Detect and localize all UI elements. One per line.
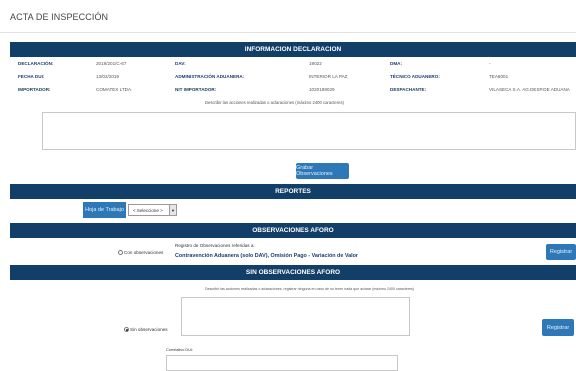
page-title: ACTA DE INSPECCIÓN <box>10 12 109 22</box>
sin-observaciones-radio[interactable] <box>124 327 129 332</box>
sin-obs-hint: Describir las acciones realizadas o acla… <box>205 287 414 291</box>
administracion-label: ADMINISTRACIÓN ADUANERA: <box>175 74 245 79</box>
section-header-sin-obs: SIN OBSERVACIONES AFORO <box>10 265 576 280</box>
correlativo-input[interactable] <box>166 355 398 371</box>
fecha-dui-label: FECHA DUI: <box>18 74 45 79</box>
observaciones-textarea[interactable] <box>42 112 576 150</box>
reporte-select-value: < Seleccione > <box>133 207 163 213</box>
registrar-button[interactable]: Registrar <box>546 244 576 260</box>
sin-observaciones-label: Sin observaciones <box>130 327 168 332</box>
section-header-obs-aforo: OBSERVACIONES AFORO <box>10 223 576 238</box>
declaracion-value: 2019/201/C-67 <box>96 61 127 66</box>
registrar-sin-obs-button[interactable]: Registrar <box>542 319 574 336</box>
hoja-de-trabajo-button[interactable]: Hoja de Trabajo <box>83 202 126 218</box>
dav-value: 19022 <box>309 61 322 66</box>
importador-label: IMPORTADOR: <box>18 87 51 92</box>
declaration-row: FECHA DUI: 13/02/2019 ADMINISTRACIÓN ADU… <box>18 74 576 82</box>
nit-label: NIT IMPORTADOR: <box>175 87 217 92</box>
title-divider <box>0 32 576 33</box>
reporte-select[interactable]: < Seleccione > ▼ <box>128 204 177 216</box>
declaration-row: DECLARACIÓN: 2019/201/C-67 DAV: 19022 DM… <box>18 61 576 69</box>
dma-value: - <box>489 61 491 66</box>
correlativo-label: Correlativo DUI: <box>166 348 194 352</box>
nit-value: 1020189029 <box>309 87 335 92</box>
describe-hint: Describir las acciones realizadas o acla… <box>205 100 344 105</box>
despachante-value: VILASECA S.A. AG.DESP.DE ADUANA <box>489 87 570 92</box>
fecha-dui-value: 13/02/2019 <box>96 74 119 79</box>
registro-label: Registro de Observaciones referidas a: <box>175 243 255 248</box>
con-observaciones-radio[interactable] <box>118 250 123 255</box>
tecnico-value: TEA6001 <box>489 74 509 79</box>
importador-value: COMATEX LTDA. <box>96 87 133 92</box>
sin-observaciones-textarea[interactable] <box>181 297 410 336</box>
tecnico-label: TÉCNICO ADUANERO: <box>390 74 440 79</box>
declaration-row: IMPORTADOR: COMATEX LTDA. NIT IMPORTADOR… <box>18 87 576 95</box>
administracion-value: INTERIOR LA PAZ <box>309 74 348 79</box>
despachante-label: DESPACHANTE: <box>390 87 427 92</box>
registro-value: Contravención Aduanera (solo DAV), Omisi… <box>175 253 359 259</box>
section-header-info: INFORMACION DECLARACION <box>10 42 576 57</box>
section-header-reportes: REPORTES <box>10 184 576 199</box>
grabar-observaciones-button[interactable]: Grabar Observaciones <box>296 163 349 179</box>
dma-label: DMA: <box>390 61 402 66</box>
declaracion-label: DECLARACIÓN: <box>18 61 54 66</box>
dav-label: DAV: <box>175 61 186 66</box>
con-observaciones-label: Con observaciones <box>124 250 164 255</box>
chevron-down-icon: ▼ <box>169 205 176 215</box>
